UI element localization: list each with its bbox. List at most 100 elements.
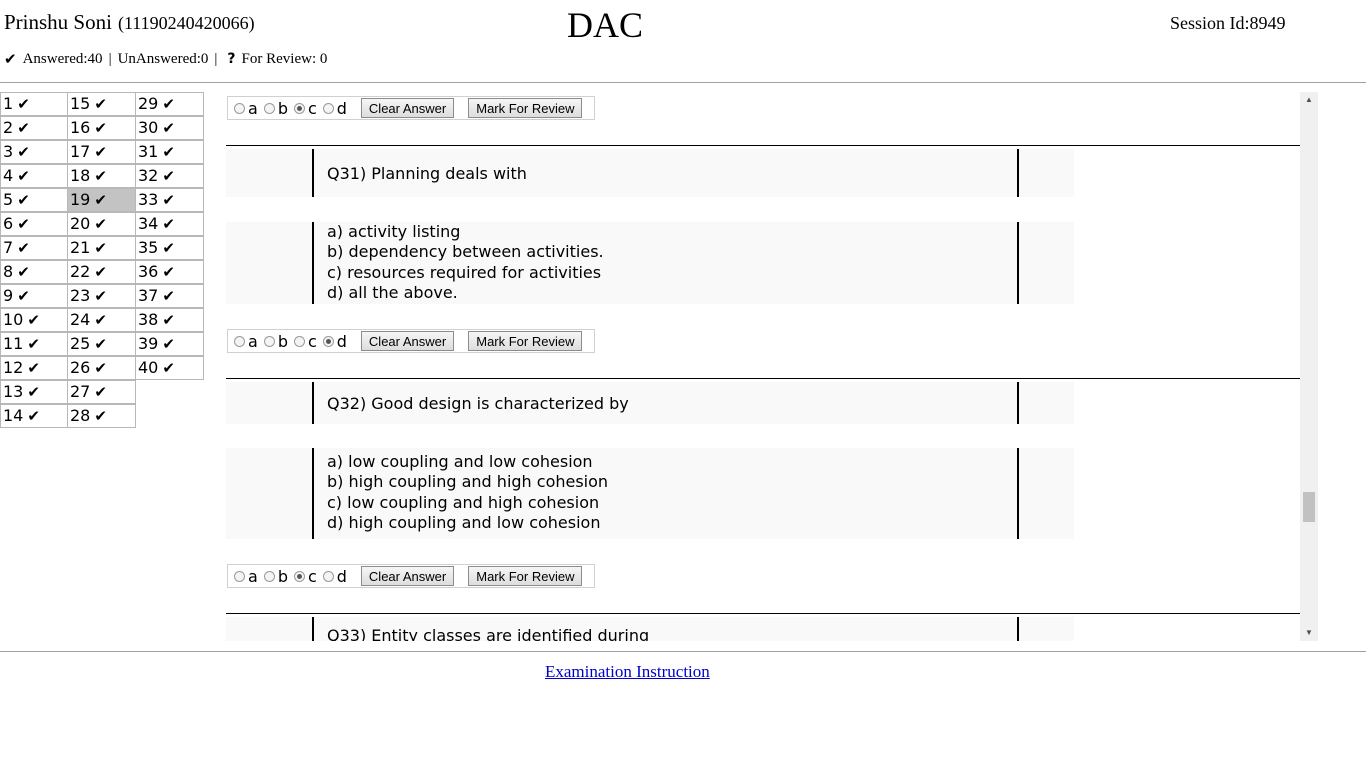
question-nav-38[interactable]: 38 ✔ [135,308,204,332]
question-number: 22 [70,262,91,281]
option-b-radio[interactable]: b [263,99,288,118]
question-nav-2[interactable]: 2 ✔ [0,116,68,140]
question-nav-8[interactable]: 8 ✔ [0,260,68,284]
check-icon: ✔ [162,167,175,185]
option-c-radio[interactable]: c [293,332,317,351]
option-b-radio[interactable]: b [263,332,288,351]
question-33-text: Q33) Entity classes are identified durin… [327,626,650,641]
question-nav-6[interactable]: 6 ✔ [0,212,68,236]
clear-answer-button[interactable]: Clear Answer [360,566,455,586]
question-nav-33[interactable]: 33 ✔ [135,188,204,212]
question-nav-29[interactable]: 29 ✔ [135,92,204,116]
option-d-radio[interactable]: d [322,567,347,586]
mark-for-review-button[interactable]: Mark For Review [468,98,583,118]
question-nav-24[interactable]: 24 ✔ [67,308,136,332]
question-number: 18 [70,166,91,185]
question-nav-25[interactable]: 25 ✔ [67,332,136,356]
question-nav-16[interactable]: 16 ✔ [67,116,136,140]
answer-controls-q31: a b c d Clear Answer Mark For Review [227,329,595,353]
question-nav-17[interactable]: 17 ✔ [67,140,136,164]
question-nav-21[interactable]: 21 ✔ [67,236,136,260]
question-nav-19[interactable]: 19 ✔ [67,188,136,212]
question-nav-27[interactable]: 27 ✔ [67,380,136,404]
option-text: c) resources required for activities [327,262,602,282]
check-icon: ✔ [27,383,40,401]
question-number: 30 [138,118,159,137]
question-nav-11[interactable]: 11 ✔ [0,332,68,356]
question-nav-5[interactable]: 5 ✔ [0,188,68,212]
question-number: 29 [138,94,159,113]
scroll-up-arrow-icon[interactable]: ▲ [1300,92,1318,108]
option-d-radio[interactable]: d [322,99,347,118]
option-d-radio[interactable]: d [322,332,347,351]
question-nav-14[interactable]: 14 ✔ [0,404,68,428]
check-icon: ✔ [94,335,107,353]
candidate-name: Prinshu Soni [4,10,112,34]
vertical-scrollbar[interactable]: ▲ ▼ [1300,92,1318,641]
option-c-radio[interactable]: c [293,99,317,118]
check-icon: ✔ [94,215,107,233]
scroll-thumb[interactable] [1303,492,1315,522]
question-nav-18[interactable]: 18 ✔ [67,164,136,188]
mark-for-review-button[interactable]: Mark For Review [468,566,583,586]
check-icon: ✔ [162,359,175,377]
question-nav-37[interactable]: 37 ✔ [135,284,204,308]
question-nav-35[interactable]: 35 ✔ [135,236,204,260]
question-nav-4[interactable]: 4 ✔ [0,164,68,188]
question-nav-1[interactable]: 1 ✔ [0,92,68,116]
question-nav-32[interactable]: 32 ✔ [135,164,204,188]
question-number: 5 [3,190,14,209]
question-33-text-box: Q33) Entity classes are identified durin… [226,617,1074,641]
question-number: 8 [3,262,14,281]
question-nav-13[interactable]: 13 ✔ [0,380,68,404]
check-icon: ✔ [162,287,175,305]
question-mark-icon: ? [227,51,236,67]
examination-instruction-link[interactable]: Examination Instruction [545,662,710,682]
question-number: 34 [138,214,159,233]
question-number: 27 [70,382,91,401]
check-icon: ✔ [17,95,30,113]
question-nav-22[interactable]: 22 ✔ [67,260,136,284]
question-nav-10[interactable]: 10 ✔ [0,308,68,332]
exam-title: DAC [567,5,644,45]
question-number: 40 [138,358,159,377]
question-nav-3[interactable]: 3 ✔ [0,140,68,164]
check-icon: ✔ [162,311,175,329]
question-nav-26[interactable]: 26 ✔ [67,356,136,380]
question-nav-39[interactable]: 39 ✔ [135,332,204,356]
question-number: 20 [70,214,91,233]
question-number: 3 [3,142,14,161]
question-nav-7[interactable]: 7 ✔ [0,236,68,260]
clear-answer-button[interactable]: Clear Answer [360,331,455,351]
option-text: d) high coupling and low cohesion [327,512,601,532]
check-icon: ✔ [17,287,30,305]
border-line [312,222,314,304]
question-number: 16 [70,118,91,137]
question-nav-30[interactable]: 30 ✔ [135,116,204,140]
question-nav-12[interactable]: 12 ✔ [0,356,68,380]
question-nav-9[interactable]: 9 ✔ [0,284,68,308]
option-c-radio[interactable]: c [293,567,317,586]
separator: | [108,50,112,67]
check-icon: ✔ [162,215,175,233]
question-number: 37 [138,286,159,305]
question-nav-31[interactable]: 31 ✔ [135,140,204,164]
clear-answer-button[interactable]: Clear Answer [360,98,455,118]
mark-for-review-button[interactable]: Mark For Review [468,331,583,351]
option-a-radio[interactable]: a [234,99,258,118]
option-b-radio[interactable]: b [263,567,288,586]
option-a-radio[interactable]: a [234,332,258,351]
question-nav-28[interactable]: 28 ✔ [67,404,136,428]
check-icon: ✔ [94,239,107,257]
question-nav-15[interactable]: 15 ✔ [67,92,136,116]
check-icon: ✔ [27,407,40,425]
question-number: 38 [138,310,159,329]
question-nav-34[interactable]: 34 ✔ [135,212,204,236]
option-a-radio[interactable]: a [234,567,258,586]
question-nav-23[interactable]: 23 ✔ [67,284,136,308]
question-nav-20[interactable]: 20 ✔ [67,212,136,236]
scroll-down-arrow-icon[interactable]: ▼ [1300,625,1318,641]
question-nav-36[interactable]: 36 ✔ [135,260,204,284]
border-line [312,382,314,424]
question-nav-40[interactable]: 40 ✔ [135,356,204,380]
